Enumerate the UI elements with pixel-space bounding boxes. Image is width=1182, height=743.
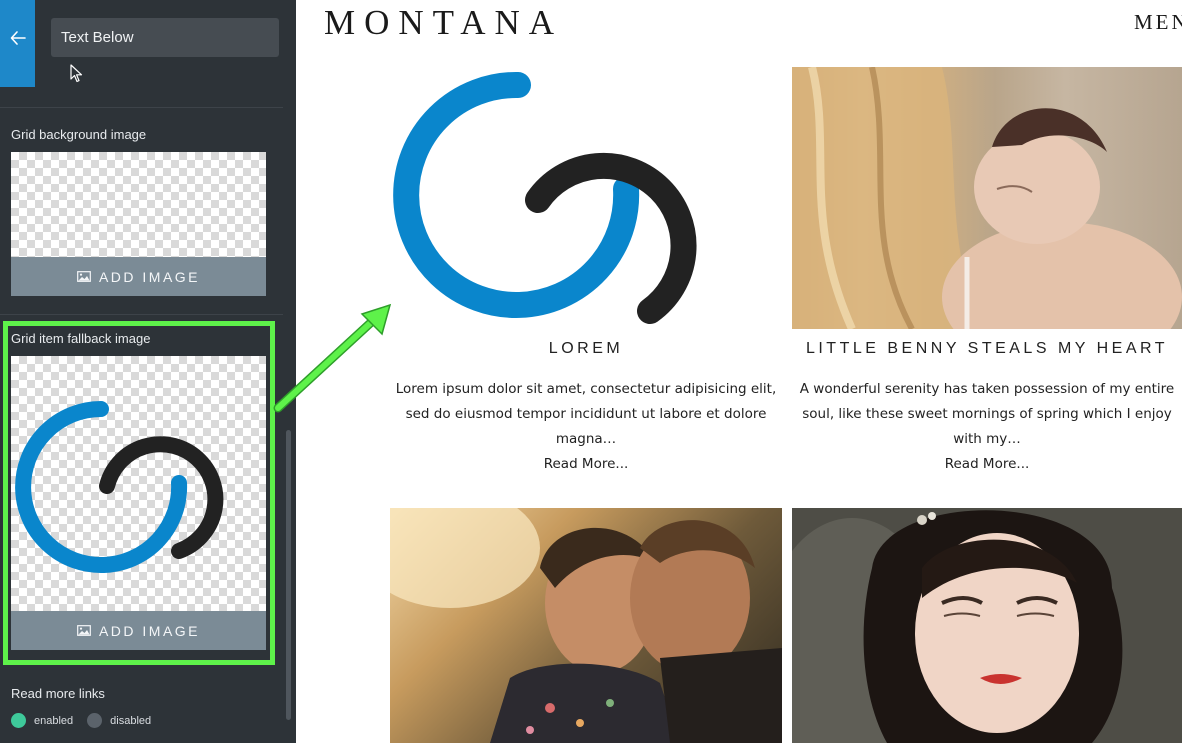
portrait-photo [792,510,1123,743]
add-image-label: ADD IMAGE [98,622,201,639]
add-image-label: ADD IMAGE [98,268,201,285]
cursor-icon [70,64,83,83]
annotation-arrow [273,303,392,413]
grid-fallback-preview [11,356,266,611]
grid-item-image[interactable] [792,508,1182,743]
divider [0,314,283,315]
grid-item-text: A wonderful serenity has taken possessio… [792,377,1182,477]
radio-enabled[interactable] [11,713,26,728]
grid-item-title[interactable]: LOREM [390,340,782,358]
radio-enabled-label: enabled [34,714,74,727]
grid-item-excerpt: Lorem ipsum dolor sit amet, consectetur … [395,381,777,447]
image-icon [77,271,91,282]
image-icon [77,625,91,636]
baby-photo [792,67,1182,329]
read-more-label: Read more links [11,686,105,701]
sidebar-scrollbar[interactable] [286,430,291,720]
grid-fallback-label: Grid item fallback image [11,331,151,346]
arrow-left-icon [10,30,26,45]
grid-item-image[interactable] [390,67,782,329]
back-button[interactable] [0,0,35,87]
site-logo[interactable]: MONTANA [324,3,563,43]
grid-background-preview [11,152,266,257]
grid-item-image[interactable] [792,67,1182,329]
add-background-image-button[interactable]: ADD IMAGE [11,257,266,296]
add-fallback-image-button[interactable]: ADD IMAGE [11,611,266,650]
brand-logo-image [15,401,224,573]
grid-background-label: Grid background image [11,127,147,142]
grid-item-image[interactable] [390,508,782,743]
menu-link[interactable]: MEN [1134,10,1182,35]
read-more-link[interactable]: Read More... [792,452,1182,477]
grid-item-title[interactable]: LITTLE BENNY STEALS MY HEART [792,340,1182,358]
grid-item-excerpt: A wonderful serenity has taken possessio… [799,381,1175,447]
settings-sidebar: Text Below Grid background image ADD IMA… [0,0,296,743]
grid-item-text: Lorem ipsum dolor sit amet, consectetur … [386,377,786,477]
read-more-toggle: enabled disabled [11,713,151,728]
couple-photo [390,508,782,743]
radio-disabled-label: disabled [110,714,152,727]
divider [0,107,283,108]
layout-select[interactable]: Text Below [51,18,279,57]
radio-disabled[interactable] [87,713,103,728]
read-more-link[interactable]: Read More... [386,452,786,477]
